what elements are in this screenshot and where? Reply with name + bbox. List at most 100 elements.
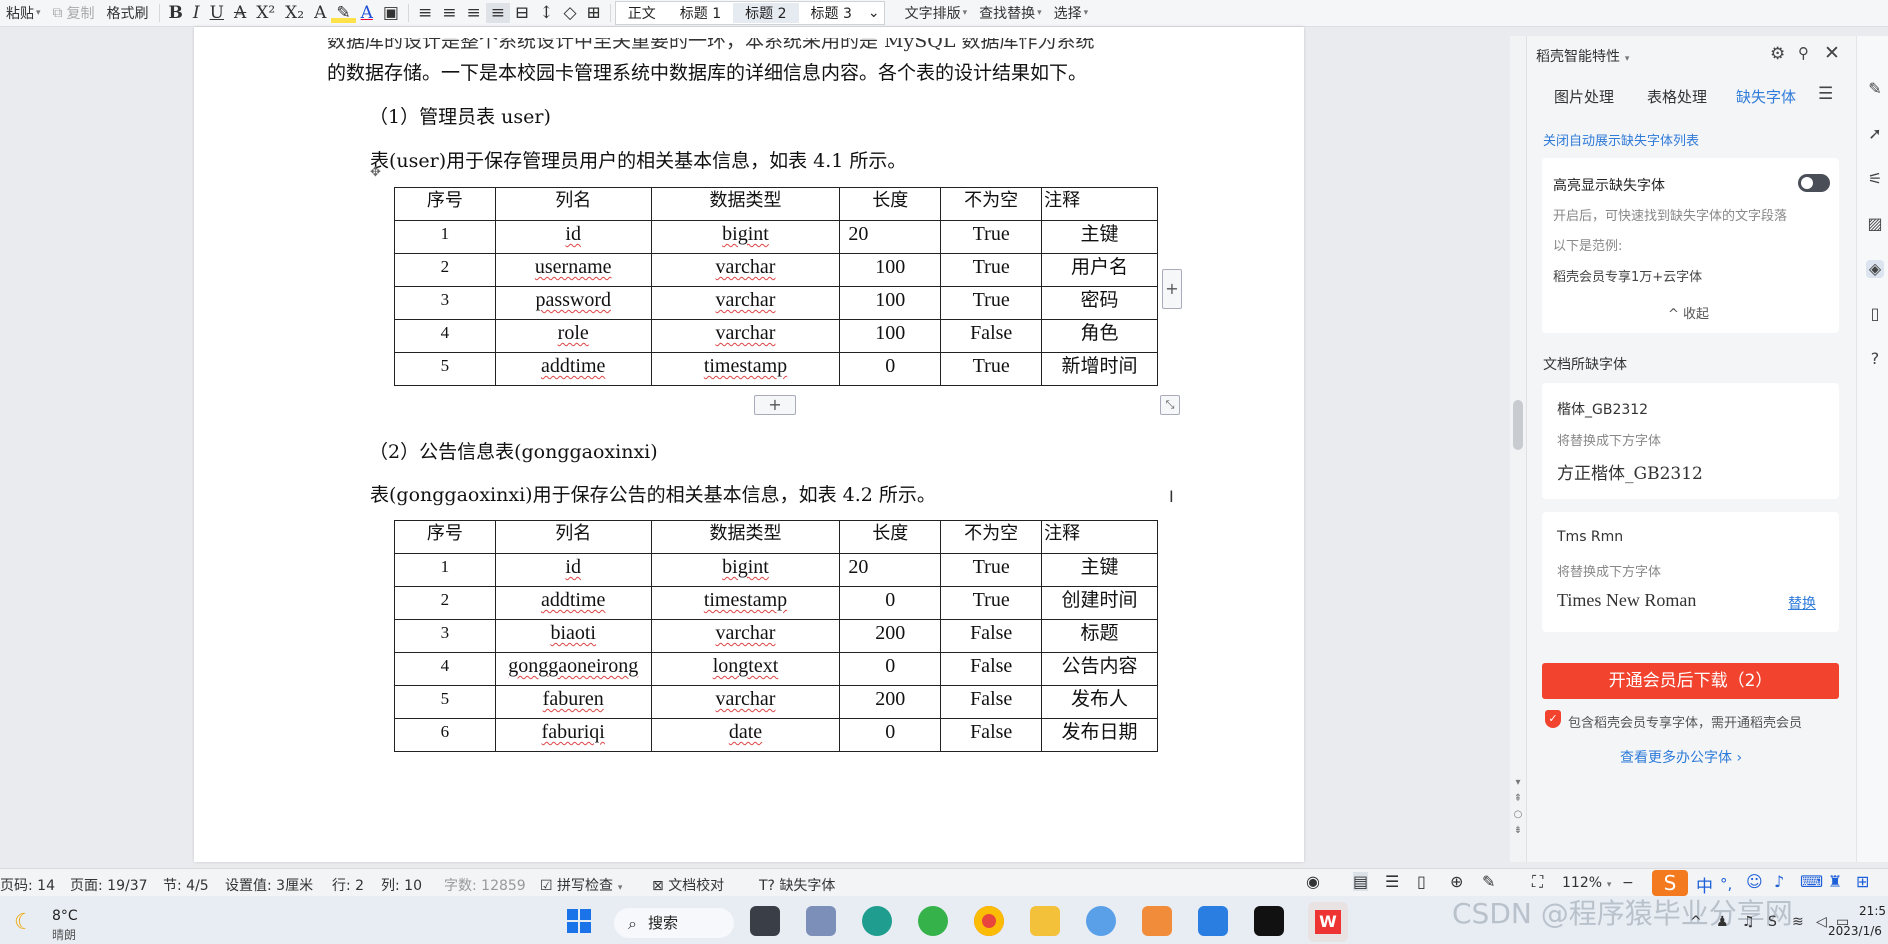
tray-s-icon[interactable]: S	[1768, 914, 1777, 930]
app-icon-office[interactable]	[1142, 906, 1172, 936]
cell-no[interactable]: 1	[394, 553, 496, 587]
cell-column-name[interactable]: faburiqi	[494, 718, 652, 752]
table-resize-icon[interactable]: ⤡	[1160, 395, 1180, 415]
cell-not-null[interactable]: True	[940, 253, 1043, 287]
highlight-toggle[interactable]	[1798, 174, 1830, 192]
cell-data-type[interactable]: varchar	[650, 286, 841, 320]
clock-date[interactable]: 2023/1/6	[1828, 924, 1886, 938]
cell-data-type[interactable]: varchar	[650, 685, 841, 719]
cell-data-type[interactable]: bigint	[650, 553, 841, 587]
cell-column-name[interactable]: gonggaoneirong	[494, 652, 652, 686]
cell-not-null[interactable]: True	[940, 553, 1043, 587]
tray-chevron-icon[interactable]: ^	[1690, 914, 1702, 930]
table-header-cell[interactable]: 长度	[839, 520, 942, 554]
align-right-icon[interactable]: ≡	[461, 3, 485, 23]
bold-button[interactable]: B	[164, 3, 188, 23]
zoom-out-button[interactable]: −	[1622, 875, 1634, 891]
proofread-button[interactable]: ⊠ 文档校对	[652, 875, 724, 895]
table-header-cell[interactable]: 数据类型	[650, 520, 841, 554]
italic-button[interactable]: I	[188, 3, 205, 23]
borders-icon[interactable]: ⊞	[582, 3, 606, 23]
style-more-icon[interactable]: ⌄	[864, 5, 884, 21]
clock-time[interactable]: 21:5	[1858, 904, 1886, 918]
cell-column-name[interactable]: faburen	[494, 685, 652, 719]
table-header-cell[interactable]: 长度	[839, 187, 942, 221]
table-header-cell[interactable]: 列名	[494, 520, 652, 554]
cell-note[interactable]: 主键	[1041, 220, 1158, 254]
settings-gear-icon[interactable]: ⚙	[1770, 44, 1785, 64]
tray-mic-icon[interactable]: ♫	[1742, 914, 1755, 930]
distributed-icon[interactable]: ⊟	[510, 3, 534, 23]
table-gonggaoxinxi[interactable]: 序号 列名 数据类型 长度 不为空 注释 1 id bigint 20 True 主键 2 addtime…	[394, 520, 1158, 752]
zoom-level[interactable]: 112% ▾	[1562, 875, 1611, 891]
cell-not-null[interactable]: True	[940, 586, 1043, 620]
sliders-icon[interactable]: ⚟	[1866, 170, 1884, 188]
table-header-cell[interactable]: 列名	[494, 187, 652, 221]
status-page[interactable]: 页面: 19/37	[70, 875, 148, 895]
cell-note[interactable]: 创建时间	[1041, 586, 1158, 620]
table-header-cell[interactable]: 注释	[1041, 520, 1158, 554]
cell-not-null[interactable]: False	[940, 652, 1043, 686]
table-user[interactable]: 序号 列名 数据类型 长度 不为空 注释 1 id bigint 20 True 主键 2 usernam…	[394, 187, 1158, 386]
smart-feature-icon[interactable]: ◈	[1866, 260, 1884, 278]
cell-length[interactable]: 0	[839, 586, 942, 620]
help-icon[interactable]: ?	[1866, 350, 1884, 368]
cell-no[interactable]: 2	[394, 586, 496, 620]
font-color-button[interactable]: A	[356, 3, 378, 23]
subscript-button[interactable]: X₂	[280, 3, 309, 23]
tab-missing-fonts[interactable]: 缺失字体	[1736, 86, 1796, 107]
fit-page-icon[interactable]: ⛶	[1532, 872, 1543, 892]
panel-title[interactable]: 稻壳智能特性 ▾	[1536, 46, 1629, 66]
table-header-cell[interactable]: 注释	[1041, 187, 1158, 221]
weather-temperature[interactable]: 8°C	[52, 908, 78, 924]
cell-data-type[interactable]: date	[650, 718, 841, 752]
cell-no[interactable]: 2	[394, 253, 496, 287]
cell-column-name[interactable]: id	[494, 220, 652, 254]
text-effect-button[interactable]: A	[309, 3, 331, 23]
cell-length[interactable]: 0	[839, 718, 942, 752]
cell-no[interactable]: 5	[394, 685, 496, 719]
cell-column-name[interactable]: id	[494, 553, 652, 587]
ime-punct-icon[interactable]: °,	[1720, 875, 1732, 893]
underline-button[interactable]: U	[205, 3, 229, 23]
cell-not-null[interactable]: False	[940, 619, 1043, 653]
page-view-icon[interactable]: ▤	[1353, 872, 1369, 891]
select-menu[interactable]: 选择 ▾	[1048, 0, 1095, 26]
align-center-icon[interactable]: ≡	[437, 3, 461, 23]
wifi-icon[interactable]: ≋	[1792, 914, 1804, 930]
cell-data-type[interactable]: varchar	[650, 253, 841, 287]
cell-length[interactable]: 200	[839, 619, 942, 653]
cell-column-name[interactable]: addtime	[494, 586, 652, 620]
app-icon-phone[interactable]	[1198, 906, 1228, 936]
outline-view-icon[interactable]: ☰	[1385, 872, 1399, 891]
cell-column-name[interactable]: role	[494, 319, 652, 353]
app-icon-flower[interactable]	[1086, 906, 1116, 936]
add-row-button[interactable]: +	[754, 395, 796, 415]
shading-icon[interactable]: ◇	[558, 3, 581, 23]
cell-not-null[interactable]: False	[940, 718, 1043, 752]
cell-data-type[interactable]: bigint	[650, 220, 841, 254]
cell-column-name[interactable]: addtime	[494, 352, 652, 386]
cell-no[interactable]: 4	[394, 319, 496, 353]
cell-length[interactable]: 100	[839, 286, 942, 320]
copy-button[interactable]: ⧉ 复制	[47, 0, 101, 26]
360-browser-icon[interactable]	[918, 906, 948, 936]
edge-browser-icon[interactable]	[862, 906, 892, 936]
table-header-cell[interactable]: 不为空	[940, 187, 1043, 221]
cell-data-type[interactable]: timestamp	[650, 586, 841, 620]
tab-image-processing[interactable]: 图片处理	[1554, 86, 1614, 107]
scrollbar-thumb[interactable]	[1513, 400, 1523, 450]
cell-not-null[interactable]: False	[940, 685, 1043, 719]
char-border-button[interactable]: ▣	[378, 3, 404, 23]
document-page[interactable]: 数据库的设计是整个系统设计中至关重要的一环，本系统采用的是 MySQL 数据库作…	[194, 27, 1304, 862]
vip-download-button[interactable]: 开通会员后下载（2）	[1542, 663, 1839, 699]
cell-not-null[interactable]: False	[940, 319, 1043, 353]
paste-button[interactable]: 粘贴 ▾	[0, 0, 47, 26]
file-explorer-icon[interactable]	[1030, 906, 1060, 936]
cell-no[interactable]: 5	[394, 352, 496, 386]
cell-no[interactable]: 3	[394, 286, 496, 320]
missing-font-button[interactable]: T? 缺失字体	[759, 875, 835, 895]
highlight-icon[interactable]: ✎	[331, 3, 356, 23]
superscript-button[interactable]: X²	[251, 3, 280, 23]
strikethrough-button[interactable]: A	[229, 3, 251, 23]
